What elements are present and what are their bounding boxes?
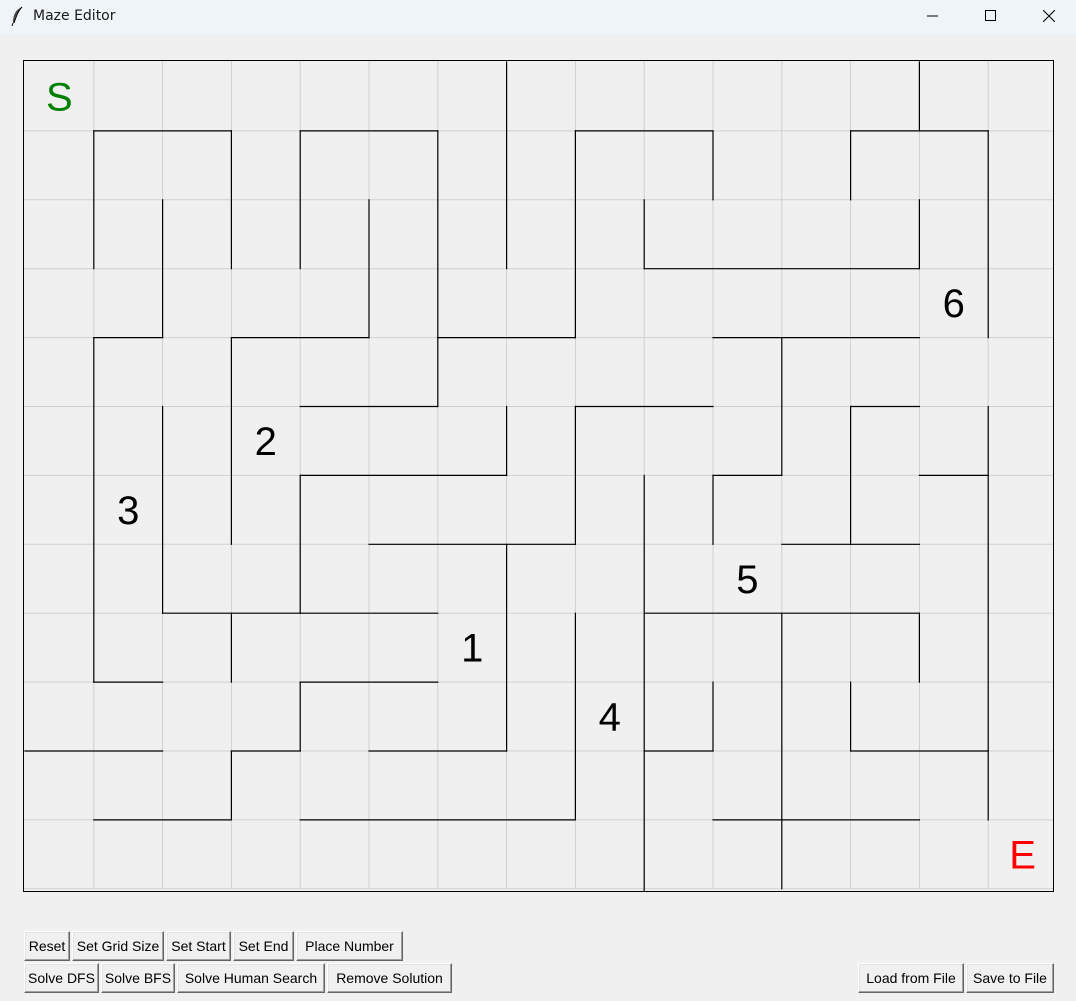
reset-button[interactable]: Reset	[24, 931, 70, 961]
feather-icon	[9, 6, 25, 27]
solve-human-search-button[interactable]: Solve Human Search	[177, 963, 325, 993]
set-grid-size-button[interactable]: Set Grid Size	[72, 931, 164, 961]
maze-grid[interactable]: S E 1 2 3 4 5 6	[24, 61, 1053, 891]
checkpoint-number: 1	[461, 627, 483, 671]
window-title: Maze Editor	[33, 8, 116, 24]
minimize-icon	[927, 15, 938, 17]
maximize-button[interactable]	[962, 0, 1020, 32]
set-end-button[interactable]: Set End	[233, 931, 294, 961]
place-number-button[interactable]: Place Number	[296, 931, 403, 961]
checkpoint-number: 2	[255, 420, 277, 464]
load-from-file-button[interactable]: Load from File	[858, 963, 964, 993]
checkpoint-number: 5	[736, 558, 758, 602]
checkpoint-number: 4	[599, 696, 621, 740]
checkpoint-number: 6	[943, 282, 965, 326]
solve-bfs-button[interactable]: Solve BFS	[101, 963, 175, 993]
save-to-file-button[interactable]: Save to File	[966, 963, 1054, 993]
start-marker: S	[46, 75, 73, 119]
maze-canvas[interactable]: S E 1 2 3 4 5 6	[23, 60, 1054, 892]
end-marker: E	[1009, 833, 1036, 877]
close-icon	[1043, 10, 1055, 22]
solve-dfs-button[interactable]: Solve DFS	[24, 963, 99, 993]
remove-solution-button[interactable]: Remove Solution	[327, 963, 452, 993]
close-button[interactable]	[1020, 0, 1076, 32]
maximize-icon	[985, 10, 996, 21]
minimize-button[interactable]	[904, 0, 962, 32]
checkpoint-number: 3	[117, 489, 139, 533]
title-bar: Maze Editor	[0, 0, 1076, 34]
set-start-button[interactable]: Set Start	[166, 931, 231, 961]
